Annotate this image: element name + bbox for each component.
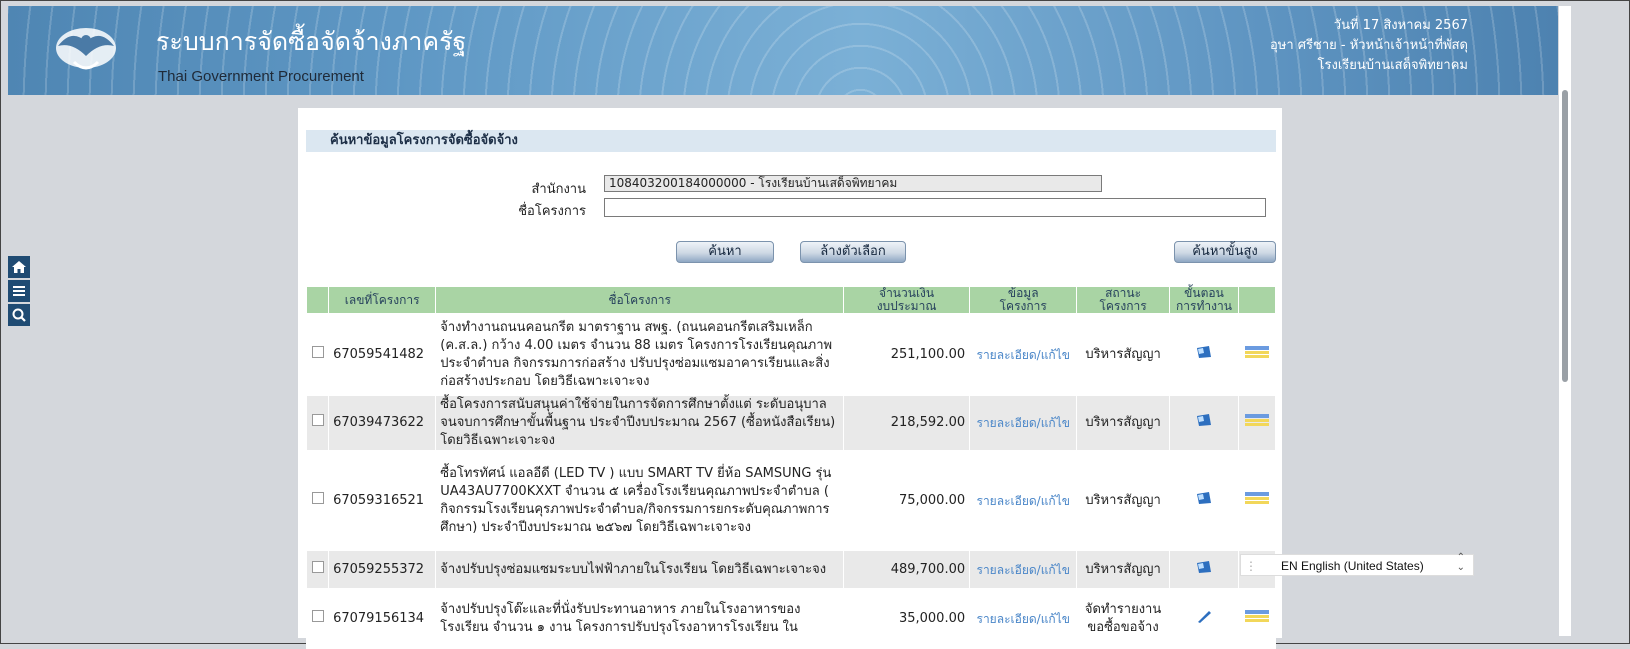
search-button[interactable]: ค้นหา xyxy=(676,241,774,263)
language-indicator[interactable]: ⋮ EN English (United States) ⌃ ⌄ xyxy=(1240,553,1474,576)
workflow-step-icon[interactable] xyxy=(1195,491,1213,505)
language-expand-icon[interactable]: ⌃ ⌄ xyxy=(1457,553,1465,573)
garuda-logo-icon xyxy=(56,28,116,70)
list-view-icon[interactable] xyxy=(1244,413,1270,427)
list-view-icon[interactable] xyxy=(1244,491,1270,505)
row-checkbox[interactable] xyxy=(311,609,324,622)
row-checkbox[interactable] xyxy=(311,560,324,573)
project-detail-link[interactable]: รายละเอียด/แก้ไข xyxy=(969,450,1078,551)
project-detail-link[interactable]: รายละเอียด/แก้ไข xyxy=(969,395,1078,451)
header-project-info: ข้อมูล โครงการ xyxy=(969,286,1078,314)
row-checkbox[interactable] xyxy=(311,414,324,426)
list-view-icon[interactable] xyxy=(1244,345,1270,359)
project-name: จ้างทำงานถนนคอนกรีต มาตราฐาน สพฐ. (ถนนคอ… xyxy=(435,313,845,396)
current-date: วันที่ 17 สิงหาคม 2567 xyxy=(1333,18,1468,33)
budget-amount: 35,000.00 xyxy=(843,588,971,649)
project-detail-link[interactable]: รายละเอียด/แก้ไข xyxy=(969,550,1078,589)
project-status: จัดทำรายงานขอซื้อขอจ้าง xyxy=(1076,588,1170,649)
project-status: บริหารสัญญา xyxy=(1076,550,1170,589)
clear-options-button[interactable]: ล้างตัวเลือก xyxy=(800,241,906,263)
table-header-row: เลขที่โครงการ ชื่อโครงการ จำนวนเงิน งบปร… xyxy=(305,286,1276,314)
workflow-step-icon[interactable] xyxy=(1195,345,1213,359)
project-number: 67059541482 xyxy=(328,313,437,396)
project-detail-link[interactable]: รายละเอียด/แก้ไข xyxy=(969,313,1078,396)
site-header: ระบบการจัดซื้อจัดจ้างภาครัฐ Thai Governm… xyxy=(8,6,1558,95)
project-name-label: ชื่อโครงการ xyxy=(518,204,586,219)
menu-icon[interactable] xyxy=(8,280,30,302)
home-icon[interactable] xyxy=(8,256,30,278)
project-number: 67059316521 xyxy=(328,450,437,551)
search-icon[interactable] xyxy=(8,304,30,326)
project-number: 67039473622 xyxy=(328,395,437,451)
list-view-icon[interactable] xyxy=(1244,609,1270,623)
system-title: ระบบการจัดซื้อจัดจ้างภาครัฐ xyxy=(156,27,467,56)
row-checkbox[interactable] xyxy=(311,345,324,358)
budget-amount: 218,592.00 xyxy=(843,395,971,451)
search-panel: ค้นหาข้อมูลโครงการจัดซื้อจัดจ้าง สำนักงา… xyxy=(298,108,1282,649)
budget-amount: 251,100.00 xyxy=(843,313,971,396)
workflow-step-icon[interactable] xyxy=(1195,413,1213,427)
edit-pen-icon[interactable] xyxy=(1195,609,1213,623)
panel-title: ค้นหาข้อมูลโครงการจัดซื้อจัดจ้าง xyxy=(306,130,1276,152)
scrollbar-thumb[interactable] xyxy=(1562,90,1568,382)
table-row: 67059541482 จ้างทำงานถนนคอนกรีต มาตราฐาน… xyxy=(305,313,1276,396)
advanced-search-button[interactable]: ค้นหาขั้นสูง xyxy=(1174,241,1276,263)
project-status: บริหารสัญญา xyxy=(1076,450,1170,551)
table-row: 67059255372 จ้างปรับปรุงซ่อมแซมระบบไฟฟ้า… xyxy=(305,550,1276,589)
language-bar-grip-icon: ⋮ xyxy=(1245,559,1257,573)
project-name: ซื้อโครงการสนับสนุนค่าใช้จ่ายในการจัดการ… xyxy=(435,395,845,451)
project-detail-link[interactable]: รายละเอียด/แก้ไข xyxy=(969,588,1078,649)
header-project-name: ชื่อโครงการ xyxy=(435,286,845,314)
header-project-status: สถานะ โครงการ xyxy=(1076,286,1170,314)
project-status: บริหารสัญญา xyxy=(1076,395,1170,451)
header-select xyxy=(305,286,330,314)
user-name: อุษา ศรีชาย - หัวหน้าเจ้าหน้าที่พัสดุ xyxy=(1270,38,1468,53)
header-extra xyxy=(1238,286,1276,314)
budget-amount: 489,700.00 xyxy=(843,550,971,589)
header-project-number: เลขที่โครงการ xyxy=(328,286,437,314)
project-name: จ้างปรับปรุงซ่อมแซมระบบไฟฟ้าภายในโรงเรีย… xyxy=(435,550,845,589)
system-subtitle: Thai Government Procurement xyxy=(158,68,364,85)
project-status: บริหารสัญญา xyxy=(1076,313,1170,396)
header-budget: จำนวนเงิน งบประมาณ xyxy=(843,286,971,314)
office-field[interactable]: 108403200184000000 - โรงเรียนบ้านเสด็จพิ… xyxy=(604,175,1102,192)
project-name: ซื้อโทรทัศน์ แอลอีดี (LED TV ) แบบ SMART… xyxy=(435,450,845,551)
project-number: 67059255372 xyxy=(328,550,437,589)
workflow-step-icon[interactable] xyxy=(1195,560,1213,574)
project-name-input[interactable] xyxy=(604,198,1266,217)
user-info: วันที่ 17 สิงหาคม 2567 อุษา ศรีชาย - หัว… xyxy=(1270,16,1468,76)
project-name: จ้างปรับปรุงโต๊ะและที่นั่งรับประทานอาหาร… xyxy=(435,588,845,649)
budget-amount: 75,000.00 xyxy=(843,450,971,551)
table-row: 67059316521 ซื้อโทรทัศน์ แอลอีดี (LED TV… xyxy=(305,450,1276,551)
user-organization: โรงเรียนบ้านเสด็จพิทยาคม xyxy=(1317,58,1468,73)
table-row: 67079156134 จ้างปรับปรุงโต๊ะและที่นั่งรั… xyxy=(305,588,1276,649)
row-checkbox[interactable] xyxy=(311,491,324,504)
office-label: สำนักงาน xyxy=(531,182,586,197)
project-number: 67079156134 xyxy=(328,588,437,649)
header-work-step: ขั้นตอน การทำงาน xyxy=(1168,286,1240,314)
table-row: 67039473622 ซื้อโครงการสนับสนุนค่าใช้จ่า… xyxy=(305,395,1276,451)
project-table: เลขที่โครงการ ชื่อโครงการ จำนวนเงิน งบปร… xyxy=(305,286,1276,649)
language-label: EN English (United States) xyxy=(1281,559,1424,573)
